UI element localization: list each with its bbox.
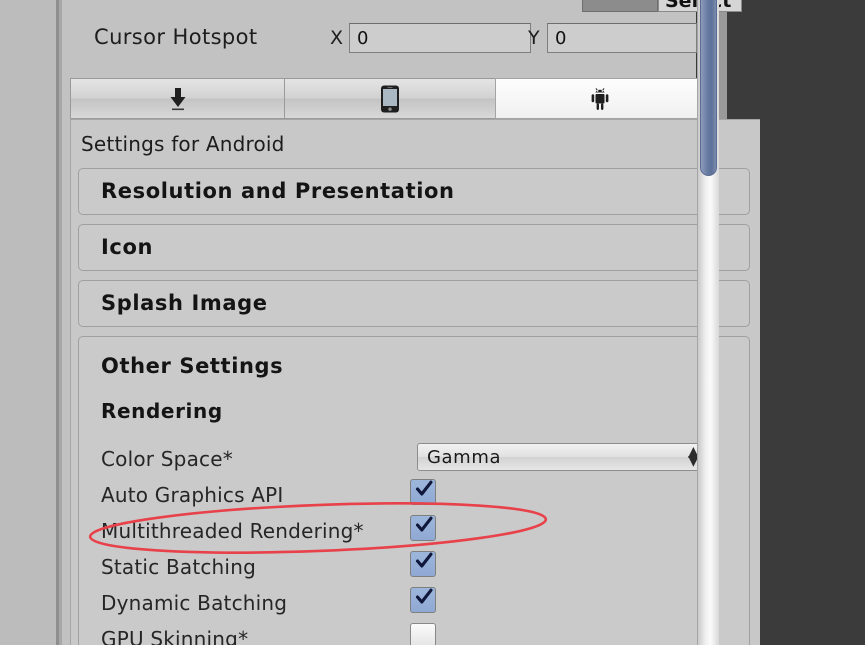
android-robot-icon bbox=[591, 87, 608, 110]
property-row-dynamic-batching: Dynamic Batching bbox=[101, 587, 741, 623]
property-row-static-batching: Static Batching bbox=[101, 551, 741, 587]
property-label: Multithreaded Rendering* bbox=[101, 519, 364, 543]
property-label: Auto Graphics API bbox=[101, 483, 284, 507]
other-settings-title: Other Settings bbox=[101, 354, 284, 378]
foldout-icon[interactable]: Icon bbox=[78, 224, 750, 271]
color-space-value: Gamma bbox=[427, 447, 502, 468]
hotspot-x-input[interactable]: 0 bbox=[349, 23, 531, 53]
foldout-label: Resolution and Presentation bbox=[101, 179, 455, 203]
gpu-skinning-checkbox[interactable] bbox=[410, 623, 436, 645]
download-icon bbox=[170, 87, 185, 110]
dynamic-batching-checkbox[interactable] bbox=[410, 587, 436, 613]
property-row-multithreaded-rendering: Multithreaded Rendering* bbox=[101, 515, 741, 551]
property-row-auto-graphics-api: Auto Graphics API bbox=[101, 479, 741, 515]
vertical-scrollbar-thumb[interactable] bbox=[700, 0, 717, 176]
checkmark-icon bbox=[415, 588, 433, 604]
screenshot-root: Select Cursor Hotspot X 0 Y 0 bbox=[0, 0, 865, 645]
rendering-subsection-label: Rendering bbox=[101, 399, 223, 423]
property-label: GPU Skinning* bbox=[101, 627, 249, 645]
settings-title: Settings for Android bbox=[81, 132, 285, 156]
cursor-hotspot-row: Select Cursor Hotspot X 0 Y 0 bbox=[62, 0, 742, 76]
property-label: Color Space* bbox=[101, 447, 233, 471]
foldout-label: Splash Image bbox=[101, 291, 268, 315]
auto-graphics-api-checkbox[interactable] bbox=[410, 479, 436, 505]
property-row-color-space: Color Space* Gamma ▲ ▼ bbox=[101, 443, 741, 479]
hotspot-x-axis-label: X bbox=[330, 27, 344, 49]
tab-standalone[interactable] bbox=[70, 78, 285, 119]
property-row-gpu-skinning: GPU Skinning* bbox=[101, 623, 741, 645]
tab-ios[interactable] bbox=[284, 78, 496, 119]
checkmark-icon bbox=[415, 516, 433, 532]
foldout-resolution-and-presentation[interactable]: Resolution and Presentation bbox=[78, 168, 750, 215]
inspector-panel: Select Cursor Hotspot X 0 Y 0 bbox=[62, 0, 760, 645]
object-field-swatch[interactable] bbox=[582, 0, 658, 12]
tab-android[interactable] bbox=[495, 78, 704, 119]
checkmark-icon bbox=[415, 480, 433, 496]
hotspot-y-input[interactable]: 0 bbox=[547, 23, 697, 53]
hotspot-x-value: 0 bbox=[357, 28, 369, 49]
color-space-dropdown[interactable]: Gamma ▲ ▼ bbox=[417, 443, 707, 471]
static-batching-checkbox[interactable] bbox=[410, 551, 436, 577]
foldout-other-settings[interactable]: Other Settings Rendering Color Space* Ga… bbox=[78, 336, 750, 645]
left-panel-gutter bbox=[0, 0, 56, 645]
iphone-icon bbox=[381, 85, 399, 112]
cursor-hotspot-label: Cursor Hotspot bbox=[94, 25, 258, 49]
foldout-label: Icon bbox=[101, 235, 154, 259]
settings-body: Settings for Android Resolution and Pres… bbox=[70, 119, 760, 645]
hotspot-y-axis-label: Y bbox=[528, 27, 540, 49]
platform-tabstrip bbox=[70, 78, 704, 119]
foldout-splash-image[interactable]: Splash Image bbox=[78, 280, 750, 327]
property-label: Static Batching bbox=[101, 555, 256, 579]
checkmark-icon bbox=[415, 552, 433, 568]
hotspot-y-value: 0 bbox=[555, 28, 567, 49]
property-label: Dynamic Batching bbox=[101, 591, 288, 615]
multithreaded-rendering-checkbox[interactable] bbox=[410, 515, 436, 541]
